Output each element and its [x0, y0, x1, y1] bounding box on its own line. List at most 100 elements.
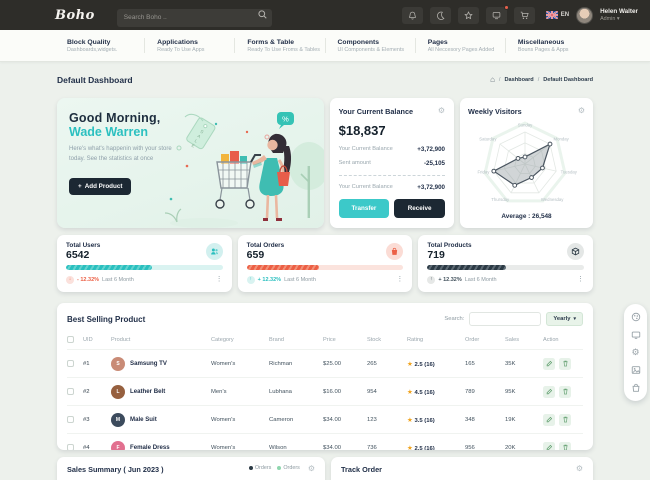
table-row: #2LLeather BeltMen'sLubhana$16.00954★ 4.…	[67, 378, 583, 406]
settings-icon[interactable]: ⚙	[631, 348, 639, 357]
delete-button[interactable]	[559, 442, 571, 451]
star-icon: ★	[407, 389, 413, 396]
dark-mode-button[interactable]	[430, 7, 451, 24]
weekly-visitors-chart: SundayMondayTuesdayWednesdayThursdayFrid…	[468, 117, 585, 211]
svg-text:%: %	[282, 115, 289, 124]
card-menu[interactable]: ⋮	[216, 276, 223, 283]
edit-button[interactable]	[543, 358, 555, 370]
theme-icon[interactable]	[631, 312, 641, 322]
trash-icon	[562, 416, 569, 423]
gear-icon[interactable]: ⚙	[438, 107, 445, 115]
breadcrumb-dashboard[interactable]: Dashboard	[504, 77, 533, 83]
cell-stock: 123	[367, 406, 407, 434]
cell-price: $25.00	[323, 350, 367, 378]
edit-button[interactable]	[543, 414, 555, 426]
gear-icon[interactable]: ⚙	[578, 107, 585, 115]
menu-item-components[interactable]: Components UI Components & Elements	[325, 38, 415, 54]
pencil-icon	[546, 416, 553, 423]
apps-button[interactable]	[486, 7, 507, 24]
cell-sales: 19K	[505, 406, 543, 434]
row-checkbox[interactable]	[67, 416, 74, 423]
card-menu[interactable]: ⋮	[396, 276, 403, 283]
track-order-card: Track Order ⚙	[331, 457, 593, 480]
product-avatar: L	[111, 385, 125, 399]
table-search-input[interactable]	[469, 312, 541, 326]
moon-icon	[436, 11, 445, 20]
flag-icon	[546, 11, 558, 19]
receive-button[interactable]: Receive	[394, 199, 445, 218]
edit-button[interactable]	[543, 442, 555, 451]
star-icon	[464, 11, 473, 20]
menu-item-forms-table[interactable]: Forms & Table Ready To Use Froms & Table…	[234, 38, 324, 54]
user-avatar[interactable]	[576, 7, 593, 24]
legend-dot	[277, 466, 281, 470]
home-icon[interactable]: ⌂	[490, 76, 495, 84]
radar-point	[523, 155, 527, 159]
add-product-button[interactable]: +Add Product	[69, 178, 131, 195]
image-icon[interactable]	[631, 365, 641, 375]
menu-item-pages[interactable]: Pages All Neccesory Pages Added	[415, 38, 505, 54]
chart-legend: Orders Orders	[249, 465, 300, 471]
screen: Boho EN	[0, 0, 650, 480]
trash-icon	[562, 444, 569, 450]
star-icon: ★	[407, 445, 413, 451]
gear-icon[interactable]: ⚙	[308, 465, 315, 473]
favorites-button[interactable]	[458, 7, 479, 24]
display-icon[interactable]	[631, 330, 641, 340]
search-input[interactable]	[117, 9, 272, 27]
radar-axis-label: Friday	[477, 170, 490, 175]
app-logo[interactable]: Boho	[55, 8, 95, 23]
total-products-card: Total Products 719 ↑ + 12.32% Last 6 Mon…	[418, 235, 593, 292]
menu-item-miscellaneous[interactable]: Miscellaneous Bouns Pages & Apps	[505, 38, 595, 54]
cell-brand: Cameron	[269, 406, 323, 434]
radar-axis-label: Saturday	[479, 136, 497, 141]
balance-row: Your Current Balance +3,72,900	[339, 146, 445, 153]
search-icon	[258, 10, 267, 19]
radar-axis-label: Tuesday	[561, 170, 578, 175]
row-checkbox[interactable]	[67, 388, 74, 395]
screen-icon	[492, 11, 501, 20]
cart-button[interactable]	[514, 7, 535, 24]
cell-product: FFemale Dress	[111, 441, 211, 451]
row-checkbox[interactable]	[67, 444, 74, 450]
menu-item-applications[interactable]: Applications Ready To Use Apps	[144, 38, 234, 54]
weekly-visitors-card: Weekly Visitors ⚙ SundayMondayTuesdayWed…	[460, 98, 593, 228]
card-menu[interactable]: ⋮	[577, 276, 584, 283]
row-checkbox[interactable]	[67, 360, 74, 367]
search-label: Search:	[444, 316, 464, 322]
cell-sales: 20K	[505, 434, 543, 451]
top-widgets-row: Good Morning, Wade Warren Here's what's …	[57, 98, 593, 228]
delete-button[interactable]	[559, 386, 571, 398]
trend-down-icon: ↓	[66, 276, 74, 284]
cart	[216, 151, 261, 208]
breadcrumb-separator: /	[499, 77, 501, 83]
best-selling-tbody: #1SSamsung TVWomen'sRichman$25.00265★ 2.…	[67, 350, 583, 451]
topbar: Boho EN	[0, 0, 650, 30]
best-selling-card: Best Selling Product Search: Yearly ▾ UI…	[57, 303, 593, 450]
gear-icon[interactable]: ⚙	[576, 465, 583, 473]
select-all-checkbox[interactable]	[67, 336, 74, 343]
stats-row: Total Users 6542 ↓ - 12.32% Last 6 Month…	[57, 235, 593, 292]
notifications-button[interactable]	[402, 7, 423, 24]
delete-button[interactable]	[559, 414, 571, 426]
notification-badge	[504, 5, 509, 10]
cell-actions	[543, 406, 583, 433]
pencil-icon	[546, 444, 553, 450]
cell-order: 956	[465, 434, 505, 451]
menu-item-block-quality[interactable]: Block Quality Dashboards,widgets.	[55, 38, 144, 54]
topbar-actions: EN Helen Walter Admin ▾	[402, 7, 638, 24]
transfer-button[interactable]: Transfer	[339, 199, 390, 218]
orders-progress	[247, 265, 404, 270]
star-icon: ★	[407, 417, 413, 424]
user-menu[interactable]: Helen Walter Admin ▾	[600, 8, 638, 23]
delete-button[interactable]	[559, 358, 571, 370]
balance-row: Sent amount -25,105	[339, 160, 445, 167]
period-dropdown[interactable]: Yearly ▾	[546, 312, 583, 326]
language-selector[interactable]: EN	[546, 11, 569, 19]
plus-icon: +	[78, 183, 82, 190]
sales-summary-card: Sales Summary ( Jun 2023 ) Orders Orders…	[57, 457, 325, 480]
trash-icon	[562, 360, 569, 367]
edit-button[interactable]	[543, 386, 555, 398]
shop-icon[interactable]	[631, 383, 641, 393]
cart-icon	[520, 11, 529, 20]
